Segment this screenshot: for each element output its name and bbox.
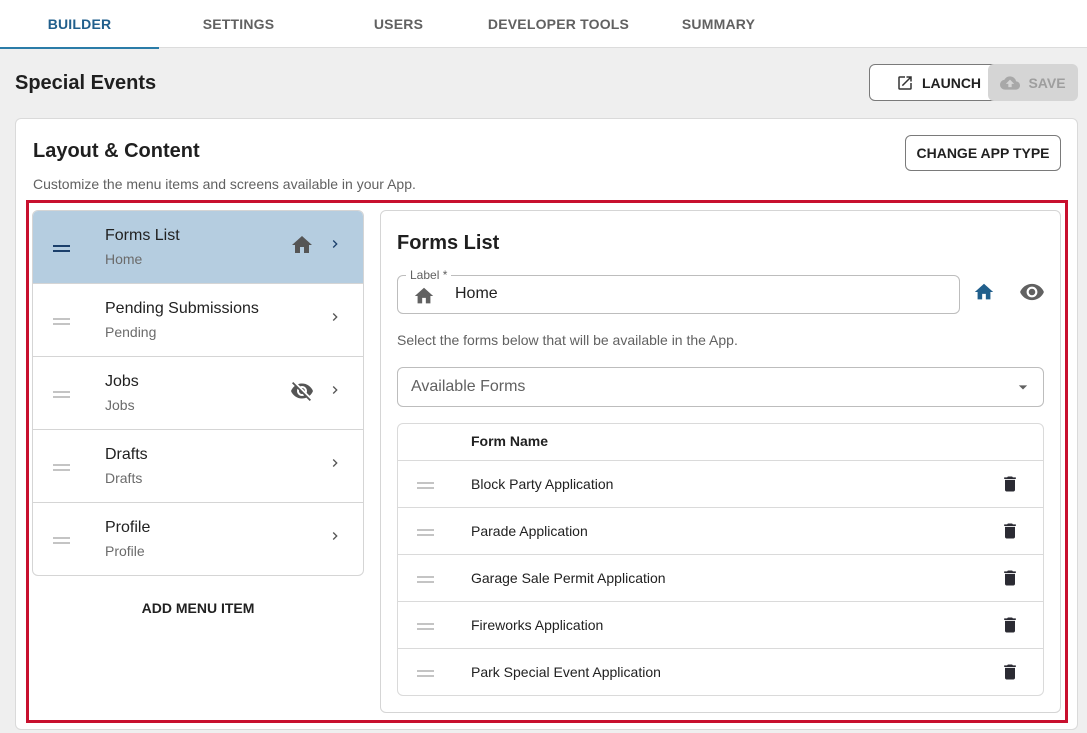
- table-row: Parade Application: [398, 507, 1043, 554]
- tab-summary[interactable]: SUMMARY: [639, 0, 798, 48]
- drag-handle-icon[interactable]: [53, 391, 70, 401]
- form-name-cell: Parade Application: [471, 523, 588, 539]
- chevron-right-icon: [332, 313, 338, 321]
- visibility-off-icon: [291, 382, 313, 401]
- drag-handle-icon[interactable]: [53, 318, 70, 328]
- table-row: Garage Sale Permit Application: [398, 554, 1043, 601]
- delete-icon[interactable]: [1000, 521, 1020, 541]
- form-name-cell: Block Party Application: [471, 476, 614, 492]
- launch-label: LAUNCH: [921, 74, 982, 91]
- delete-icon[interactable]: [1000, 615, 1020, 635]
- menu-item-drafts[interactable]: Drafts Drafts: [33, 430, 363, 503]
- form-name-cell: Park Special Event Application: [471, 664, 661, 680]
- detail-title: Forms List: [397, 232, 500, 254]
- cloud-upload-icon: [1000, 75, 1021, 90]
- menu-item-title: Profile: [105, 519, 151, 536]
- dropdown-arrow-icon: [1018, 385, 1028, 390]
- section-title: Layout & Content: [33, 140, 200, 162]
- tab-builder[interactable]: BUILDER: [0, 0, 159, 49]
- menu-item-subtitle: Pending: [105, 324, 157, 340]
- tab-developer-tools[interactable]: DEVELOPER TOOLS: [479, 0, 638, 48]
- drag-handle-icon[interactable]: [417, 529, 434, 539]
- menu-item-subtitle: Profile: [105, 543, 145, 559]
- tab-users[interactable]: USERS: [319, 0, 478, 48]
- top-tab-bar: BUILDER SETTINGS USERS DEVELOPER TOOLS S…: [0, 0, 1087, 49]
- drag-handle-icon[interactable]: [417, 482, 434, 492]
- label-input-value: Home: [455, 285, 498, 302]
- menu-item-subtitle: Home: [105, 251, 143, 267]
- menu-item-jobs[interactable]: Jobs Jobs: [33, 357, 363, 430]
- delete-icon[interactable]: [1000, 662, 1020, 682]
- menu-item-forms-list[interactable]: Forms List Home: [33, 211, 363, 284]
- forms-hint: Select the forms below that will be avai…: [397, 332, 738, 348]
- label-input-legend: Label *: [406, 268, 452, 282]
- save-label: SAVE: [1028, 74, 1066, 91]
- page-title: Special Events: [15, 72, 157, 94]
- form-name-cell: Garage Sale Permit Application: [471, 570, 666, 586]
- menu-item-subtitle: Jobs: [105, 397, 135, 413]
- change-app-type-button[interactable]: CHANGE APP TYPE: [905, 135, 1061, 171]
- chevron-right-icon: [332, 240, 338, 248]
- delete-icon[interactable]: [1000, 568, 1020, 588]
- change-app-type-label: CHANGE APP TYPE: [916, 145, 1050, 161]
- form-name-cell: Fireworks Application: [471, 617, 604, 633]
- chevron-right-icon: [332, 459, 338, 467]
- table-row: Block Party Application: [398, 460, 1043, 507]
- delete-icon[interactable]: [1000, 474, 1020, 494]
- menu-item-title: Jobs: [105, 373, 139, 390]
- open-in-new-icon: [898, 75, 912, 90]
- menu-item-title: Pending Submissions: [105, 300, 259, 317]
- visibility-icon[interactable]: [1019, 279, 1045, 305]
- drag-handle-icon[interactable]: [53, 245, 70, 255]
- menu-item-title: Forms List: [105, 227, 180, 244]
- table-row: Park Special Event Application: [398, 648, 1043, 695]
- home-icon: [414, 287, 434, 304]
- form-name-header: Form Name: [471, 433, 549, 449]
- chevron-right-icon: [332, 532, 338, 540]
- section-subtitle: Customize the menu items and screens ava…: [33, 176, 416, 192]
- menu-item-subtitle: Drafts: [105, 470, 143, 486]
- menu-item-pending-submissions[interactable]: Pending Submissions Pending: [33, 284, 363, 357]
- chevron-right-icon: [332, 386, 338, 394]
- add-menu-item-button[interactable]: ADD MENU ITEM: [32, 600, 364, 616]
- drag-handle-icon[interactable]: [53, 537, 70, 547]
- drag-handle-icon[interactable]: [417, 670, 434, 680]
- drag-handle-icon[interactable]: [417, 623, 434, 633]
- drag-handle-icon[interactable]: [53, 464, 70, 474]
- home-icon: [292, 236, 312, 253]
- drag-handle-icon[interactable]: [417, 576, 434, 586]
- menu-item-profile[interactable]: Profile Profile: [33, 503, 363, 575]
- menu-list: Forms List Home Pending Submissions Pend…: [32, 210, 364, 576]
- menu-item-title: Drafts: [105, 446, 148, 463]
- set-home-icon[interactable]: [973, 281, 995, 303]
- available-forms-placeholder: Available Forms: [411, 378, 526, 395]
- save-button[interactable]: SAVE: [988, 64, 1078, 101]
- table-row: Fireworks Application: [398, 601, 1043, 648]
- tab-settings[interactable]: SETTINGS: [159, 0, 318, 48]
